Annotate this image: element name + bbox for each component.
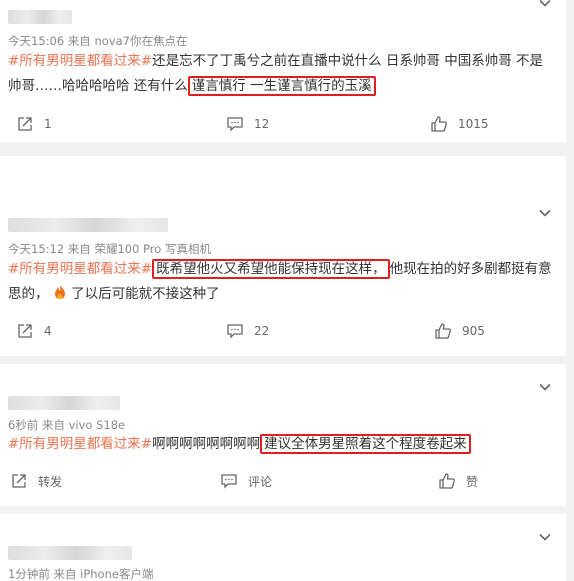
username-blurred[interactable] (8, 218, 168, 232)
comment-card: 今天15:06 来自 nova7你在焦点在 #所有男明星都看过来#还是忘不了丁禹… (0, 0, 566, 142)
comment-button[interactable]: 12 (226, 115, 269, 133)
like-icon (439, 473, 455, 489)
comment-icon (221, 474, 237, 489)
repost-icon (18, 324, 32, 338)
repost-button[interactable]: 1 (16, 115, 52, 133)
topic-link[interactable]: #所有男明星都看过来# (8, 436, 152, 452)
comment-body: 啊啊啊啊啊啊啊啊 (152, 436, 261, 452)
repost-button[interactable]: 转发 (10, 472, 62, 490)
comment-source: 今天15:06 来自 nova7你在焦点在 (8, 34, 188, 48)
action-bar: 转发 评论 赞 (0, 472, 566, 492)
like-icon (431, 116, 447, 132)
like-button[interactable]: 赞 (438, 472, 478, 490)
username-blurred[interactable] (8, 10, 72, 24)
comment-button[interactable]: 评论 (220, 472, 272, 490)
comment-card: 6秒前 来自 vivo S18e #所有男明星都看过来#啊啊啊啊啊啊啊啊 建议全体… (0, 364, 566, 506)
comment-source: 1分钟前 来自 iPhone客户端 (8, 567, 154, 581)
comment-card: 1分钟前 来自 iPhone客户端 (0, 514, 566, 581)
fire-emoji (54, 285, 65, 299)
like-button[interactable]: 1015 (430, 115, 489, 133)
chevron-down-icon[interactable] (538, 380, 552, 394)
repost-icon (18, 117, 32, 131)
repost-button[interactable]: 4 (16, 322, 52, 340)
username-blurred[interactable] (8, 396, 120, 410)
highlighted-text: 建议全体男星照着这个程度卷起来 (260, 434, 471, 454)
comment-text: #所有男明星都看过来#啊啊啊啊啊啊啊啊 建议全体男星照着这个程度卷起来 (8, 432, 552, 457)
topic-link[interactable]: #所有男明星都看过来# (8, 53, 152, 69)
topic-link[interactable]: #所有男明星都看过来# (8, 261, 152, 277)
comment-icon (227, 324, 243, 339)
comment-text: #所有男明星都看过来# 既希望他火又希望他能保持现在这样， 他现在拍的好多剧都挺有意… (8, 257, 552, 307)
comment-source: 6秒前 来自 vivo S18e (8, 418, 126, 432)
chevron-down-icon[interactable] (538, 0, 552, 10)
comment-button[interactable]: 22 (226, 322, 269, 340)
chevron-down-icon[interactable] (538, 206, 552, 220)
comment-card: 今天15:12 来自 荣耀100 Pro 写真相机 #所有男明星都看过来# 既希望… (0, 156, 566, 356)
action-bar: 4 22 905 (0, 322, 566, 342)
action-bar: 1 12 1015 (0, 115, 566, 135)
comment-body-tail: 了以后可能就不接这种了 (71, 286, 220, 302)
username-blurred[interactable] (8, 546, 132, 560)
comment-source: 今天15:12 来自 荣耀100 Pro 写真相机 (8, 242, 211, 256)
highlighted-text: 既希望他火又希望他能保持现在这样， (152, 259, 390, 279)
comment-text: #所有男明星都看过来#还是忘不了丁禹兮之前在直播中说什么 日系帅哥 中国系帅哥 … (8, 49, 552, 99)
chevron-down-icon[interactable] (538, 530, 552, 544)
like-button[interactable]: 905 (434, 322, 485, 340)
highlighted-text: 谨言慎行 一生谨言慎行的玉溪 (187, 76, 376, 96)
comment-icon (227, 117, 243, 132)
like-icon (435, 323, 451, 339)
repost-icon (12, 474, 26, 488)
